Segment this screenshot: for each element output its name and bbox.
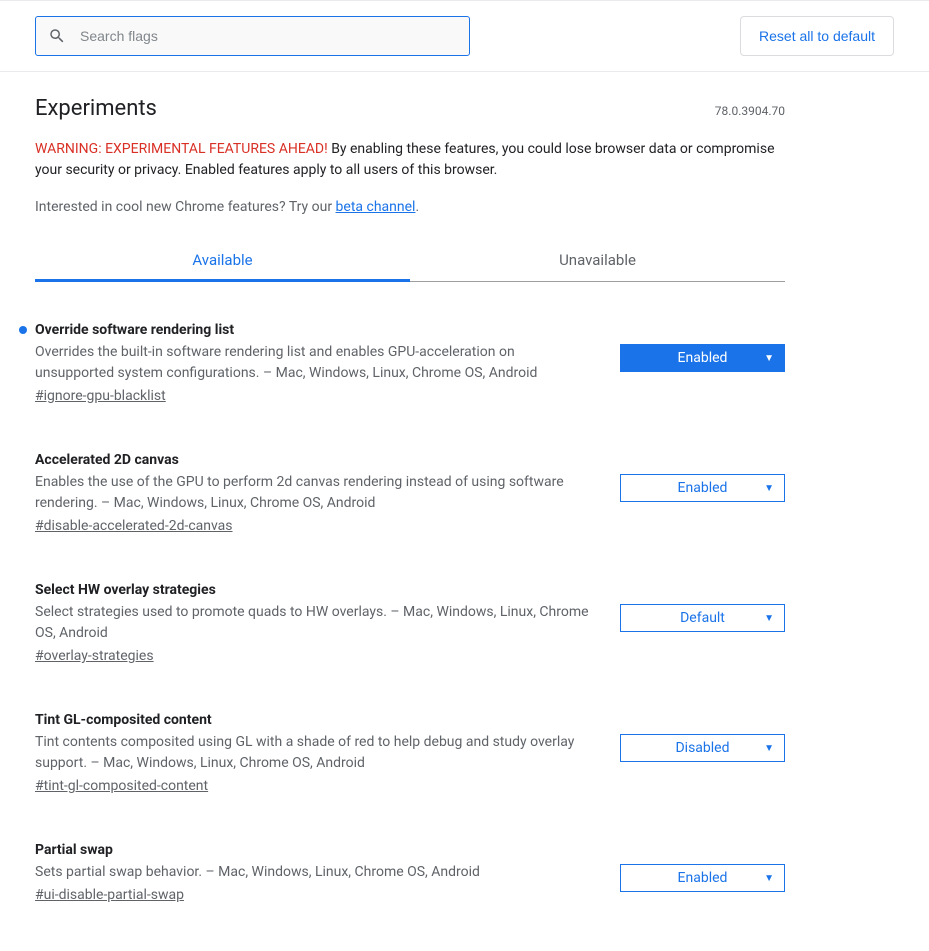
flag-select-wrap: Enabled ▼ <box>620 842 785 892</box>
chevron-down-icon: ▼ <box>764 873 774 884</box>
header-row: Experiments 78.0.3904.70 <box>35 96 785 121</box>
version-label: 78.0.3904.70 <box>715 104 785 118</box>
reset-all-button[interactable]: Reset all to default <box>740 16 894 56</box>
flag-select-value: Default <box>680 610 725 626</box>
flags-list: Override software rendering list Override… <box>35 282 785 903</box>
flag-title-text: Partial swap <box>35 842 113 858</box>
flag-title: Select HW overlay strategies <box>35 582 590 598</box>
interest-pre: Interested in cool new Chrome features? … <box>35 199 336 215</box>
flag-title-text: Override software rendering list <box>35 322 234 338</box>
search-input[interactable] <box>80 28 457 44</box>
search-container[interactable] <box>35 16 470 56</box>
chevron-down-icon: ▼ <box>764 613 774 624</box>
flag-select[interactable]: Disabled ▼ <box>620 734 785 762</box>
flag-select-wrap: Disabled ▼ <box>620 712 785 762</box>
flag-select-wrap: Enabled ▼ <box>620 322 785 372</box>
flag-row: Partial swap Sets partial swap behavior. … <box>35 842 785 903</box>
modified-dot-icon <box>19 326 27 334</box>
interest-post: . <box>415 199 419 215</box>
flag-select[interactable]: Enabled ▼ <box>620 474 785 502</box>
chevron-down-icon: ▼ <box>764 353 774 364</box>
flag-hash-link[interactable]: #overlay-strategies <box>35 648 154 664</box>
flag-text: Partial swap Sets partial swap behavior. … <box>35 842 620 903</box>
flag-row: Accelerated 2D canvas Enables the use of … <box>35 452 785 534</box>
flag-title: Override software rendering list <box>35 322 590 338</box>
flag-select-value: Enabled <box>678 350 728 366</box>
chevron-down-icon: ▼ <box>764 743 774 754</box>
warning-text: WARNING: EXPERIMENTAL FEATURES AHEAD! By… <box>35 139 785 181</box>
chevron-down-icon: ▼ <box>764 483 774 494</box>
flag-description: Tint contents composited using GL with a… <box>35 732 590 774</box>
tabs: Available Unavailable <box>35 241 785 282</box>
flag-title: Accelerated 2D canvas <box>35 452 590 468</box>
flag-select[interactable]: Default ▼ <box>620 604 785 632</box>
flag-select[interactable]: Enabled ▼ <box>620 864 785 892</box>
flag-hash-link[interactable]: #ui-disable-partial-swap <box>35 887 184 903</box>
tab-available[interactable]: Available <box>35 241 410 281</box>
flag-description: Sets partial swap behavior. – Mac, Windo… <box>35 862 590 883</box>
flag-select-value: Enabled <box>678 480 728 496</box>
flag-select[interactable]: Enabled ▼ <box>620 344 785 372</box>
flag-title: Tint GL-composited content <box>35 712 590 728</box>
flag-title: Partial swap <box>35 842 590 858</box>
warning-lead: WARNING: EXPERIMENTAL FEATURES AHEAD! <box>35 141 328 157</box>
content-area: Experiments 78.0.3904.70 WARNING: EXPERI… <box>0 72 820 903</box>
flag-text: Override software rendering list Override… <box>35 322 620 404</box>
flag-select-value: Disabled <box>675 740 729 756</box>
flag-title-text: Tint GL-composited content <box>35 712 212 728</box>
page-title: Experiments <box>35 96 157 121</box>
flag-description: Select strategies used to promote quads … <box>35 602 590 644</box>
flag-description: Overrides the built-in software renderin… <box>35 342 590 384</box>
flag-hash-link[interactable]: #disable-accelerated-2d-canvas <box>35 518 233 534</box>
flag-hash-link[interactable]: #tint-gl-composited-content <box>35 778 208 794</box>
top-bar: Reset all to default <box>0 0 929 72</box>
flag-description: Enables the use of the GPU to perform 2d… <box>35 472 590 514</box>
tab-unavailable[interactable]: Unavailable <box>410 241 785 281</box>
flag-select-wrap: Default ▼ <box>620 582 785 632</box>
search-icon <box>48 27 66 45</box>
flag-text: Tint GL-composited content Tint contents … <box>35 712 620 794</box>
flag-row: Select HW overlay strategies Select strat… <box>35 582 785 664</box>
flag-select-value: Enabled <box>678 870 728 886</box>
flag-select-wrap: Enabled ▼ <box>620 452 785 502</box>
flag-row: Tint GL-composited content Tint contents … <box>35 712 785 794</box>
interest-text: Interested in cool new Chrome features? … <box>35 199 785 215</box>
flag-title-text: Select HW overlay strategies <box>35 582 216 598</box>
flag-title-text: Accelerated 2D canvas <box>35 452 179 468</box>
flag-row: Override software rendering list Override… <box>35 322 785 404</box>
flag-hash-link[interactable]: #ignore-gpu-blacklist <box>35 388 166 404</box>
beta-channel-link[interactable]: beta channel <box>336 199 416 215</box>
flag-text: Accelerated 2D canvas Enables the use of … <box>35 452 620 534</box>
flag-text: Select HW overlay strategies Select strat… <box>35 582 620 664</box>
